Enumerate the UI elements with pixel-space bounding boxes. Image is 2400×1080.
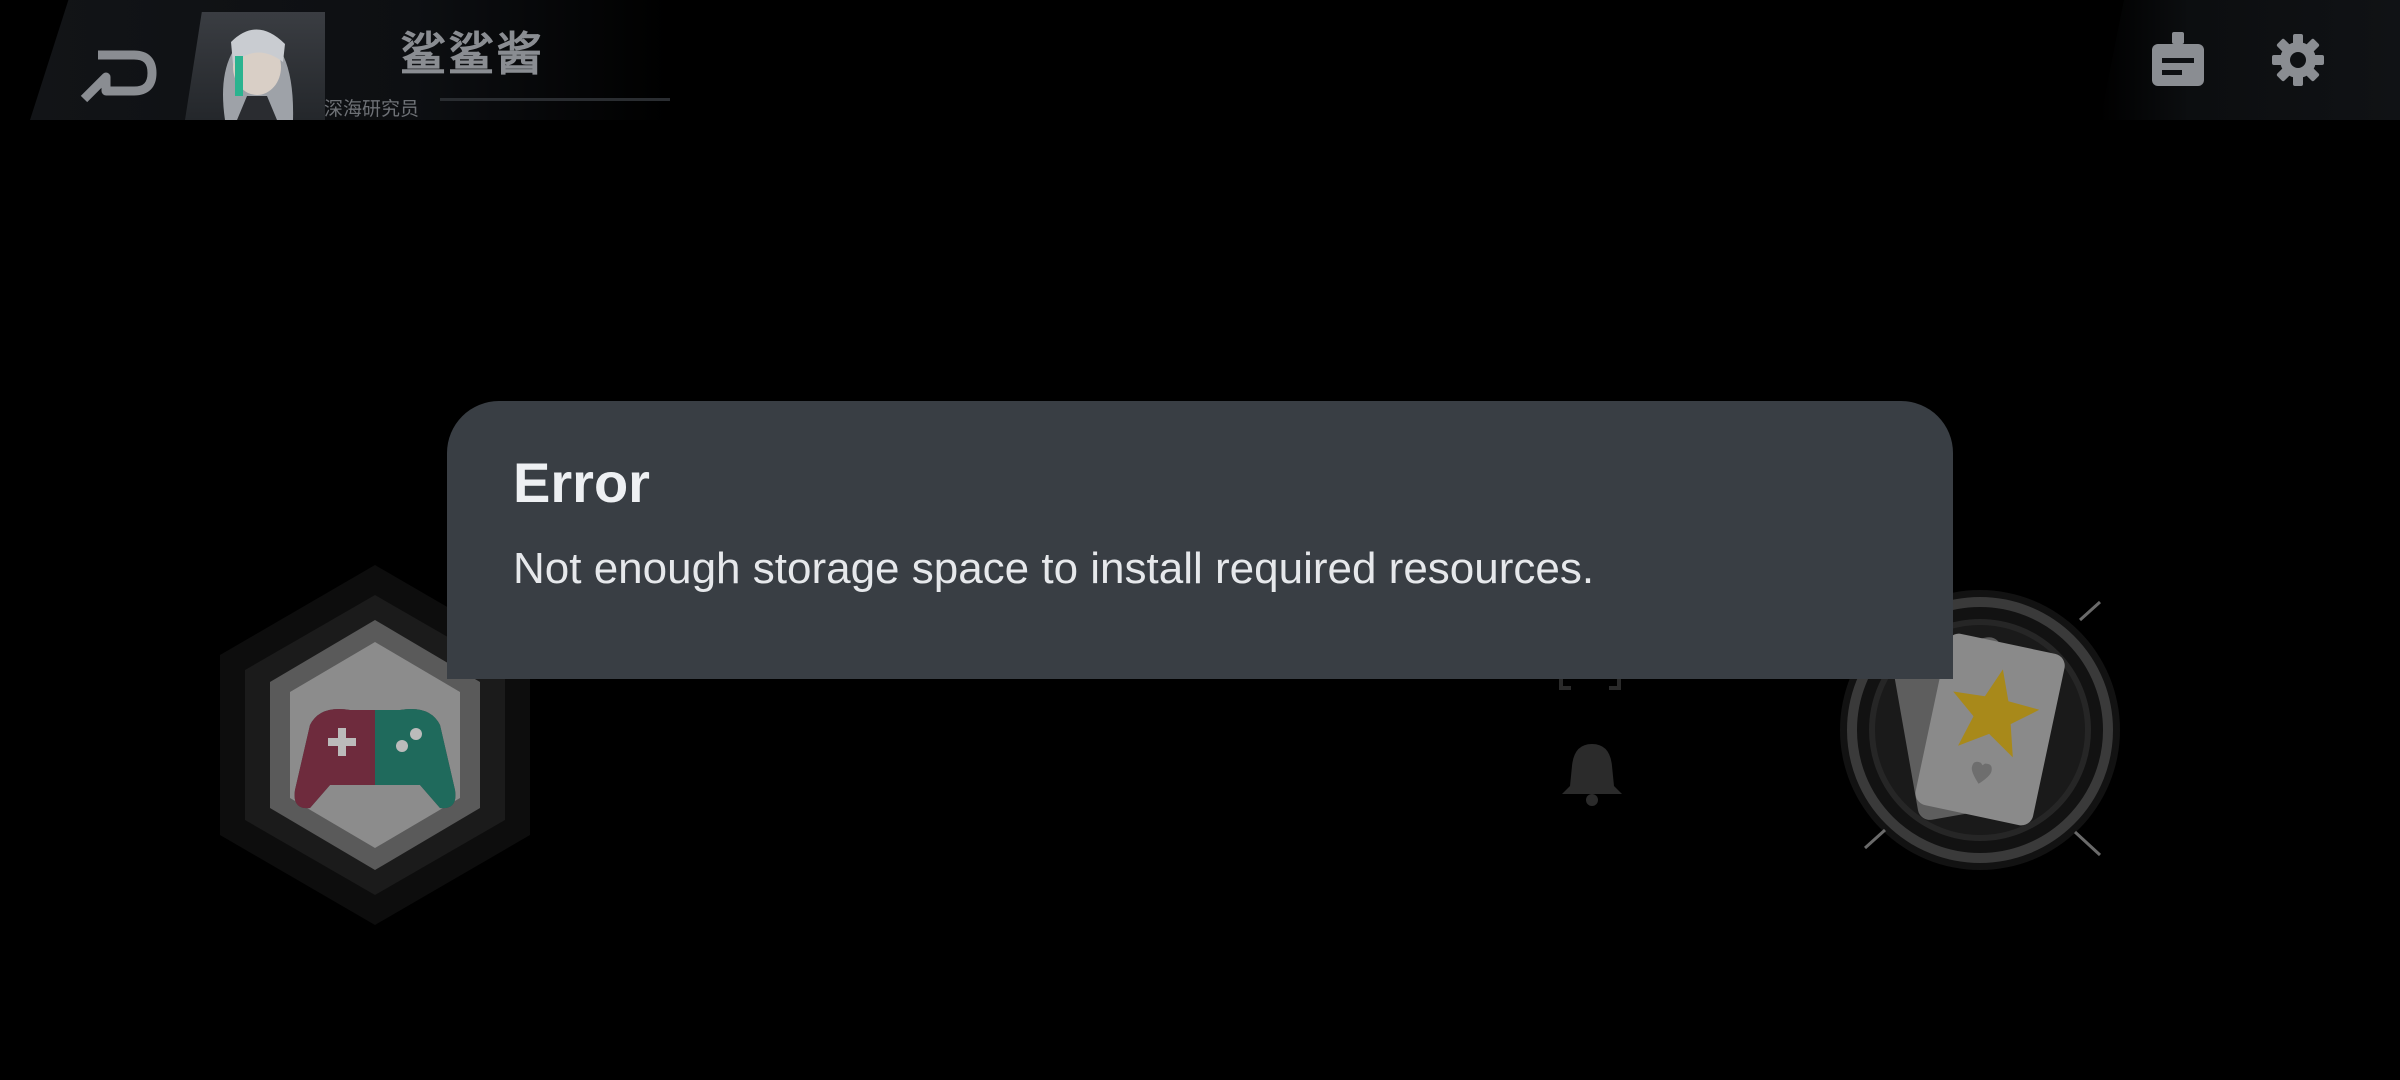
dialog-message: Not enough storage space to install requ… xyxy=(513,544,1595,593)
mail-button[interactable] xyxy=(2150,30,2206,90)
dialog-title: Error xyxy=(513,451,650,514)
bell-icon[interactable] xyxy=(1560,740,1624,806)
top-right-toolbar xyxy=(2100,0,2400,120)
back-button[interactable] xyxy=(72,40,164,110)
user-title: 深海研究员 xyxy=(324,98,420,120)
gear-icon xyxy=(2272,34,2324,86)
back-arrow-icon xyxy=(80,50,157,103)
mailbox-icon xyxy=(2152,32,2204,86)
settings-button[interactable] xyxy=(2270,32,2326,88)
character-portrait xyxy=(223,29,294,120)
divider xyxy=(440,98,670,101)
avatar[interactable] xyxy=(185,12,325,120)
error-dialog: Error Not enough storage space to instal… xyxy=(447,401,1953,679)
username: 鲨鲨酱 xyxy=(400,27,544,81)
